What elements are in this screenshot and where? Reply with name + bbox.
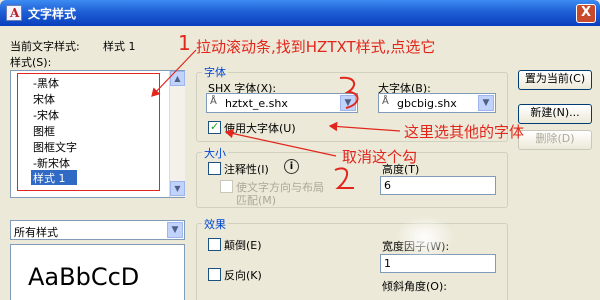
annotation-step-2: 这里选其他的字体 xyxy=(404,123,525,141)
arrow-to-font-select xyxy=(328,121,401,132)
annotation-number-3 xyxy=(339,76,359,109)
annotation-step-1-number: 1 xyxy=(178,31,191,55)
annotation-step-1: 拉动滚动条,找到HZTXT样式,点选它 xyxy=(196,38,436,56)
arrow-to-styles-list xyxy=(151,49,197,97)
annotation-number-2 xyxy=(334,167,354,189)
arrow-to-use-big-font xyxy=(224,128,337,157)
annotation-step-3: 取消这个勾 xyxy=(342,148,418,166)
